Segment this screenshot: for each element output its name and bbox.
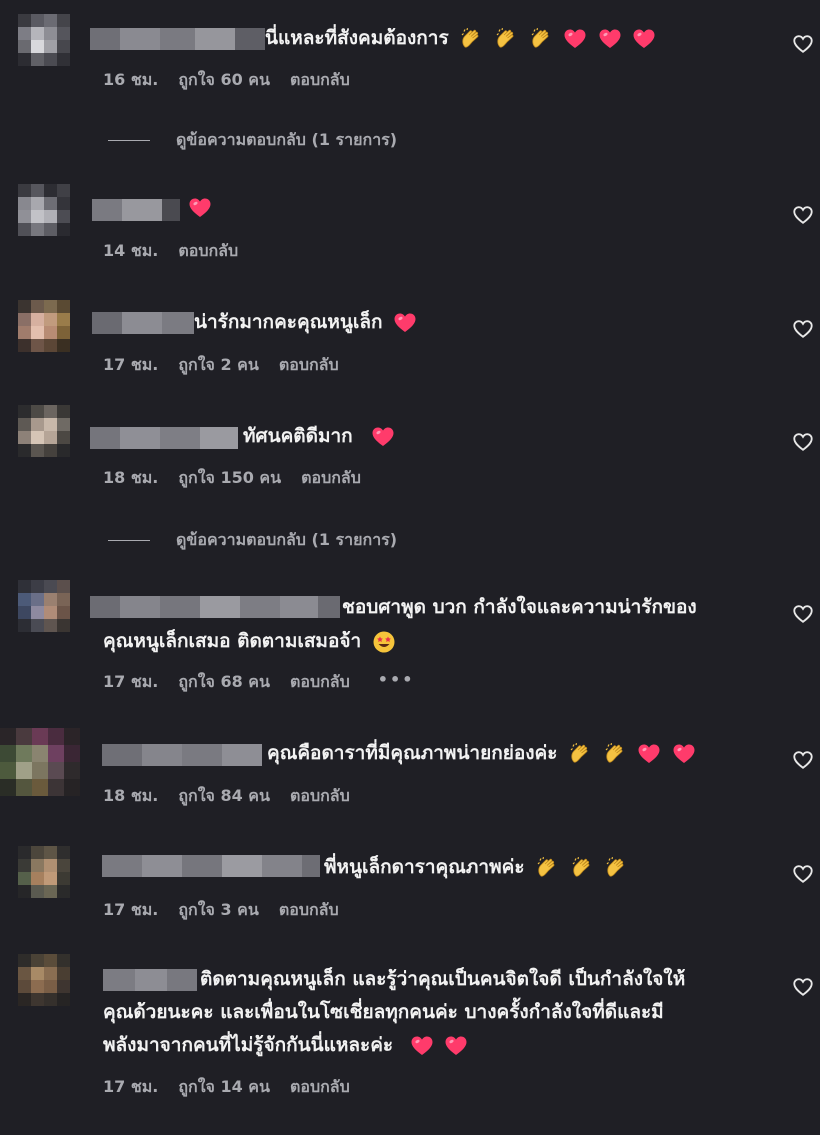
timestamp: 17 ชม.	[103, 1077, 159, 1096]
comment-meta: 17 ชม. ถูกใจ 2 คน ตอบกลับ	[103, 353, 339, 378]
like-count[interactable]: ถูกใจ 14 คน	[178, 1075, 270, 1100]
like-count[interactable]: ถูกใจ 3 คน	[178, 898, 258, 923]
timestamp: 18 ชม.	[103, 468, 159, 487]
pink-heart-emoji	[393, 311, 417, 335]
comment-meta: 18 ชม. ถูกใจ 150 คน ตอบกลับ	[103, 466, 361, 491]
clapping-hands-emoji	[535, 856, 559, 880]
username-blurred[interactable]	[90, 596, 340, 618]
reply-button[interactable]: ตอบกลับ	[301, 466, 361, 491]
comment-text-line: คุณหนูเล็กเสมอ ติดตามเสมอจ้า	[103, 624, 396, 658]
reply-button[interactable]: ตอบกลับ	[290, 670, 350, 695]
comment-text: พี่หนูเล็กดาราคุณภาพค่ะ	[324, 850, 628, 884]
pink-heart-emoji	[598, 27, 622, 51]
divider-line	[108, 140, 150, 141]
reply-button[interactable]: ตอบกลับ	[178, 239, 238, 264]
comment-text-line: คุณด้วยนะคะ และเพื่อนในโซเชี่ยลทุกคนค่ะ …	[103, 1001, 664, 1023]
avatar[interactable]	[18, 184, 70, 236]
username-blurred[interactable]	[92, 199, 180, 221]
like-heart-icon[interactable]	[792, 204, 814, 226]
clapping-hands-emoji	[494, 27, 518, 51]
like-heart-icon[interactable]	[792, 976, 814, 998]
comment-meta: 17 ชม. ถูกใจ 3 คน ตอบกลับ	[103, 898, 339, 923]
pink-heart-emoji	[188, 196, 212, 220]
pink-heart-emoji	[563, 27, 587, 51]
clapping-hands-emoji	[568, 742, 592, 766]
comment-text: คุณคือดาราที่มีคุณภาพน่ายกย่องค่ะ	[267, 736, 696, 770]
timestamp: 17 ชม.	[103, 900, 159, 919]
like-count[interactable]: ถูกใจ 60 คน	[178, 68, 270, 93]
like-heart-icon[interactable]	[792, 603, 814, 625]
avatar[interactable]	[18, 405, 70, 457]
avatar[interactable]	[18, 300, 70, 352]
view-replies-button[interactable]: ดูข้อความตอบกลับ (1 รายการ)	[108, 128, 397, 153]
comment-meta: 16 ชม. ถูกใจ 60 คน ตอบกลับ	[103, 68, 350, 93]
timestamp: 17 ชม.	[103, 355, 159, 374]
timestamp: 16 ชม.	[103, 70, 159, 89]
like-heart-icon[interactable]	[792, 318, 814, 340]
reply-button[interactable]: ตอบกลับ	[290, 1075, 350, 1100]
comment-text-line: ติดตามคุณหนูเล็ก และรู้ว่าคุณเป็นคนจิตใจ…	[200, 968, 686, 990]
clapping-hands-emoji	[570, 856, 594, 880]
view-replies-button[interactable]: ดูข้อความตอบกลับ (1 รายการ)	[108, 528, 397, 553]
avatar[interactable]	[18, 954, 70, 1006]
view-replies-label: ดูข้อความตอบกลับ (1 รายการ)	[176, 130, 398, 149]
username-blurred[interactable]	[102, 744, 262, 766]
like-heart-icon[interactable]	[792, 749, 814, 771]
clapping-hands-emoji	[529, 27, 553, 51]
comment-meta: 18 ชม. ถูกใจ 84 คน ตอบกลับ	[103, 784, 350, 809]
pink-heart-emoji	[410, 1034, 434, 1058]
like-count[interactable]: ถูกใจ 84 คน	[178, 784, 270, 809]
pink-heart-emoji	[637, 742, 661, 766]
comment-text-line: ชอบศาพูด บวก กำลังใจและความน่ารักของ	[342, 596, 697, 618]
like-heart-icon[interactable]	[792, 33, 814, 55]
pink-heart-emoji	[371, 425, 395, 449]
username-blurred[interactable]	[90, 28, 265, 50]
username-blurred[interactable]	[103, 969, 197, 991]
like-heart-icon[interactable]	[792, 863, 814, 885]
timestamp: 17 ชม.	[103, 672, 159, 691]
avatar[interactable]	[0, 728, 80, 796]
clapping-hands-emoji	[604, 856, 628, 880]
star-struck-emoji	[372, 630, 396, 654]
username-blurred[interactable]	[90, 427, 238, 449]
clapping-hands-emoji	[459, 27, 483, 51]
username-blurred[interactable]	[92, 312, 194, 334]
avatar[interactable]	[18, 14, 70, 66]
timestamp: 18 ชม.	[103, 786, 159, 805]
divider-line	[108, 540, 150, 541]
comment-text: ทัศนคติดีมาก	[243, 419, 395, 453]
like-heart-icon[interactable]	[792, 431, 814, 453]
reply-button[interactable]: ตอบกลับ	[279, 898, 339, 923]
comment-text: น่ารักมากคะคุณหนูเล็ก	[194, 305, 417, 339]
pink-heart-emoji	[444, 1034, 468, 1058]
reply-button[interactable]: ตอบกลับ	[290, 68, 350, 93]
reply-button[interactable]: ตอบกลับ	[279, 353, 339, 378]
reply-button[interactable]: ตอบกลับ	[290, 784, 350, 809]
comment-meta: 14 ชม. ตอบกลับ	[103, 239, 238, 264]
pink-heart-emoji	[672, 742, 696, 766]
comment-text: นี่แหละที่สังคมต้องการ	[265, 21, 656, 55]
like-count[interactable]: ถูกใจ 150 คน	[178, 466, 281, 491]
pink-heart-emoji	[632, 27, 656, 51]
like-count[interactable]: ถูกใจ 2 คน	[178, 353, 258, 378]
avatar[interactable]	[18, 846, 70, 898]
comment-meta: 17 ชม. ถูกใจ 68 คน ตอบกลับ •••	[103, 670, 414, 695]
comment-meta: 17 ชม. ถูกใจ 14 คน ตอบกลับ	[103, 1075, 350, 1100]
more-options-icon[interactable]: •••	[378, 670, 415, 695]
username-blurred[interactable]	[102, 855, 320, 877]
comment-text-line: พลังมาจากคนที่ไม่รู้จักกันนี่แหละค่ะ	[103, 1028, 468, 1062]
like-count[interactable]: ถูกใจ 68 คน	[178, 670, 270, 695]
timestamp: 14 ชม.	[103, 241, 159, 260]
clapping-hands-emoji	[603, 742, 627, 766]
avatar[interactable]	[18, 580, 70, 632]
view-replies-label: ดูข้อความตอบกลับ (1 รายการ)	[176, 530, 398, 549]
